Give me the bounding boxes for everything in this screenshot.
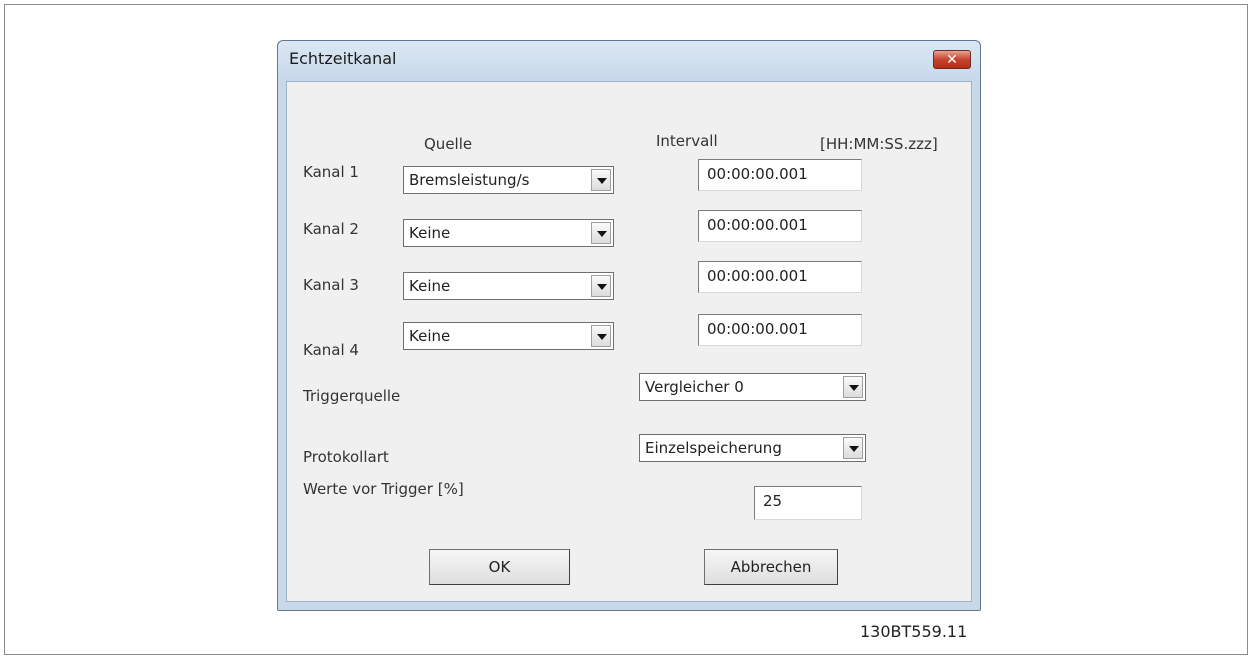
- channel-2-interval-input[interactable]: 00:00:00.001: [698, 210, 862, 242]
- channel-1-interval-input[interactable]: 00:00:00.001: [698, 159, 862, 191]
- ok-button[interactable]: OK: [429, 549, 570, 585]
- log-type-select[interactable]: Einzelspeicherung: [639, 434, 866, 462]
- channel-2-source-select[interactable]: Keine: [403, 219, 614, 247]
- chevron-down-icon[interactable]: [591, 169, 611, 191]
- channel-3-source-value: Keine: [409, 277, 451, 295]
- log-type-label: Protokollart: [303, 448, 389, 466]
- ok-button-label: OK: [488, 558, 511, 576]
- channel-4-source-select[interactable]: Keine: [403, 322, 614, 350]
- channel-4-interval-input[interactable]: 00:00:00.001: [698, 314, 862, 346]
- channel-3-label: Kanal 3: [303, 276, 359, 294]
- close-icon: ✕: [946, 51, 958, 68]
- chevron-down-icon[interactable]: [591, 222, 611, 244]
- figure-reference: 130BT559.11: [860, 622, 968, 641]
- channel-2-source-value: Keine: [409, 224, 451, 242]
- channel-1-interval-value: 00:00:00.001: [707, 165, 808, 183]
- channel-3-interval-value: 00:00:00.001: [707, 267, 808, 285]
- log-type-value: Einzelspeicherung: [645, 439, 782, 457]
- channel-1-source-select[interactable]: Bremsleistung/s: [403, 166, 614, 194]
- dialog-body: Quelle Intervall [HH:MM:SS.zzz] Kanal 1 …: [286, 81, 972, 602]
- close-button[interactable]: ✕: [933, 50, 971, 69]
- chevron-down-icon[interactable]: [843, 376, 863, 398]
- chevron-down-icon[interactable]: [591, 325, 611, 347]
- echtzeitkanal-dialog: Echtzeitkanal ✕ Quelle Intervall [HH:MM:…: [277, 40, 981, 611]
- time-format-label: [HH:MM:SS.zzz]: [820, 135, 938, 153]
- trigger-source-value: Vergleicher 0: [645, 378, 744, 396]
- interval-header: Intervall: [656, 132, 718, 150]
- channel-4-interval-value: 00:00:00.001: [707, 320, 808, 338]
- cancel-button-label: Abbrechen: [730, 558, 812, 576]
- trigger-source-select[interactable]: Vergleicher 0: [639, 373, 866, 401]
- channel-2-label: Kanal 2: [303, 220, 359, 238]
- title-bar[interactable]: Echtzeitkanal ✕: [278, 41, 980, 81]
- dialog-title: Echtzeitkanal: [289, 49, 397, 68]
- trigger-source-label: Triggerquelle: [303, 387, 401, 405]
- pre-trigger-label: Werte vor Trigger [%]: [303, 480, 464, 498]
- pre-trigger-input[interactable]: 25: [754, 486, 862, 520]
- channel-4-source-value: Keine: [409, 327, 451, 345]
- chevron-down-icon[interactable]: [591, 275, 611, 297]
- channel-3-source-select[interactable]: Keine: [403, 272, 614, 300]
- channel-2-interval-value: 00:00:00.001: [707, 216, 808, 234]
- cancel-button[interactable]: Abbrechen: [704, 549, 838, 585]
- channel-1-source-value: Bremsleistung/s: [409, 171, 530, 189]
- channel-3-interval-input[interactable]: 00:00:00.001: [698, 261, 862, 293]
- source-header: Quelle: [424, 135, 473, 153]
- channel-4-label: Kanal 4: [303, 341, 359, 359]
- channel-1-label: Kanal 1: [303, 163, 359, 181]
- pre-trigger-value: 25: [763, 492, 783, 510]
- chevron-down-icon[interactable]: [843, 437, 863, 459]
